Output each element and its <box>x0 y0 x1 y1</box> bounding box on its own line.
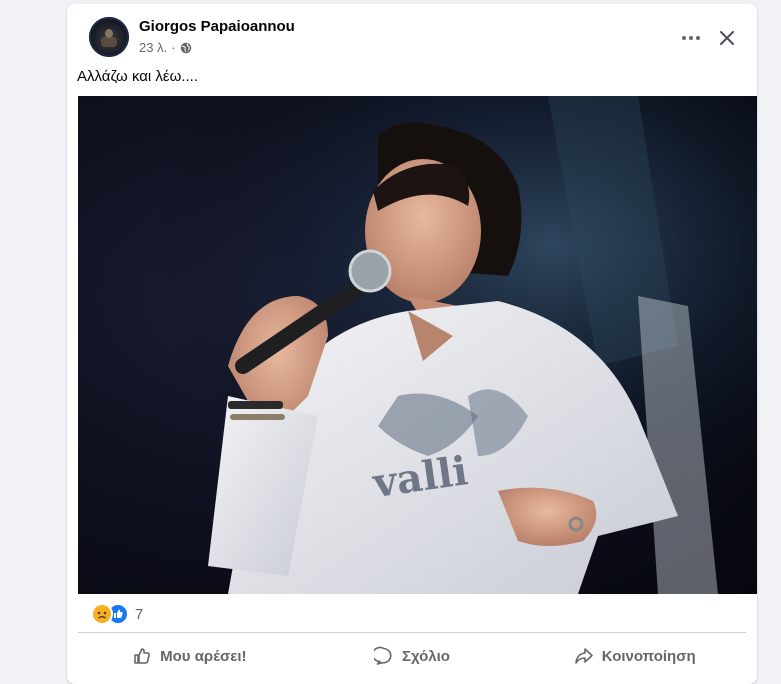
singer-illustration: valli <box>78 96 757 594</box>
globe-icon[interactable] <box>180 42 192 54</box>
post-time[interactable]: 23 λ. <box>139 40 167 55</box>
comment-button[interactable]: Σχόλιο <box>301 638 524 674</box>
post-meta: 23 λ. · <box>139 40 192 55</box>
author-avatar[interactable] <box>89 17 129 57</box>
avatar-head <box>105 29 113 38</box>
meta-separator: · <box>171 40 176 55</box>
actions-divider <box>78 632 746 633</box>
more-dot <box>696 36 700 40</box>
close-button[interactable] <box>709 20 745 56</box>
comment-label: Σχόλιο <box>402 647 450 665</box>
share-label: Κοινοποίηση <box>601 647 696 665</box>
post-header: Giorgos Papaioannou 23 λ. · <box>67 4 757 64</box>
author-name[interactable]: Giorgos Papaioannou <box>139 18 295 35</box>
reaction-count: 7 <box>135 605 144 623</box>
comment-icon <box>374 646 392 665</box>
more-dot <box>682 36 686 40</box>
like-label: Μου αρέσει! <box>160 647 247 665</box>
thumbs-up-icon <box>134 648 151 664</box>
reactions-summary[interactable]: 7 <box>91 603 144 625</box>
post-actions: Μου αρέσει! Σχόλιο Κοινοποίηση <box>78 638 746 674</box>
post-photo[interactable]: valli <box>78 96 757 594</box>
post-card: Giorgos Papaioannou 23 λ. · Αλλάζω και λ… <box>67 4 757 684</box>
close-icon <box>720 31 734 45</box>
post-text: Αλλάζω και λέω.... <box>77 68 198 85</box>
share-button[interactable]: Κοινοποίηση <box>523 638 746 674</box>
avatar-figure <box>101 37 117 47</box>
more-dot <box>689 36 693 40</box>
more-options-button[interactable] <box>673 20 709 56</box>
sad-reaction-icon <box>91 603 113 625</box>
share-icon <box>574 648 593 664</box>
like-button[interactable]: Μου αρέσει! <box>78 638 301 674</box>
